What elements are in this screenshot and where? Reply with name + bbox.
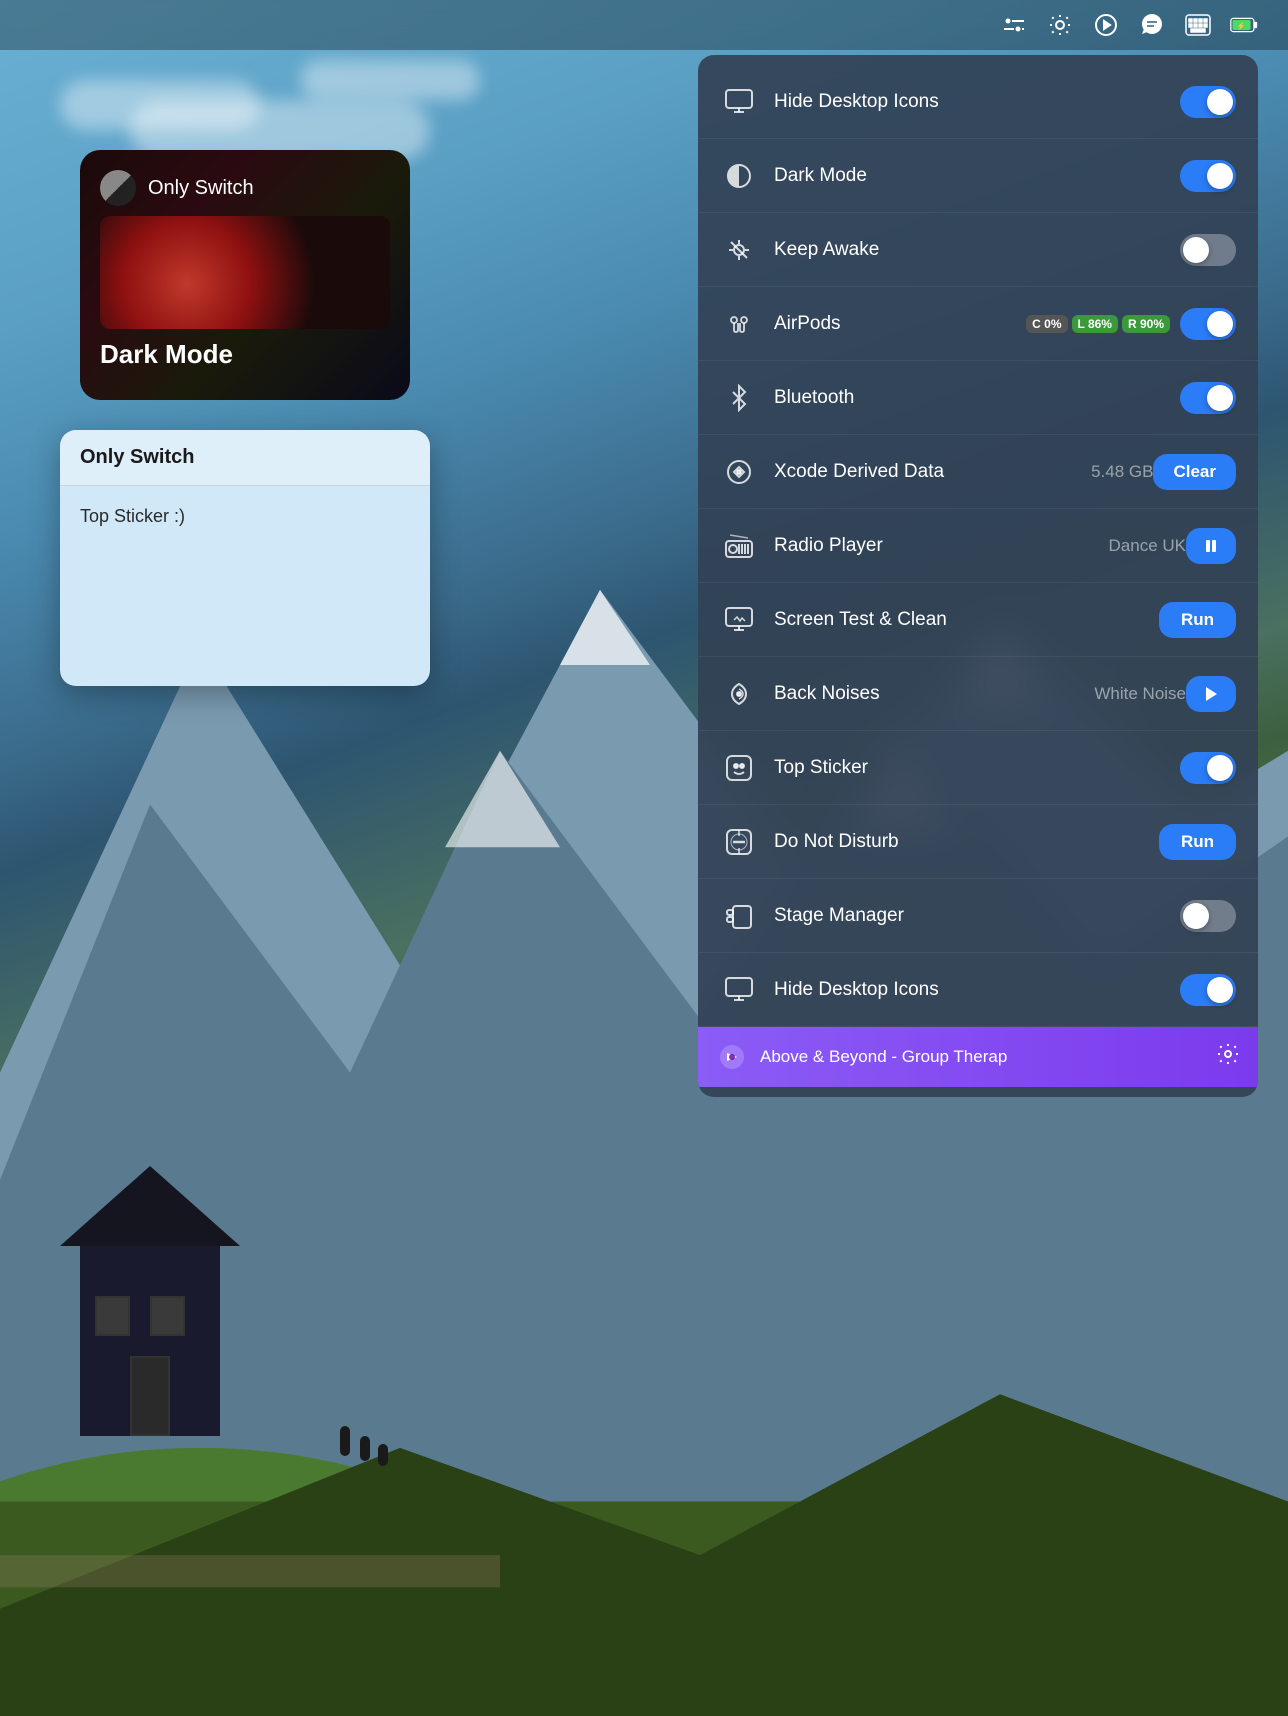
top-sticker-icon [720, 749, 758, 787]
do-not-disturb-label: Do Not Disturb [774, 831, 1159, 853]
airpods-label: AirPods [774, 313, 1026, 335]
bottom-bar-track: Above & Beyond - Group Therap [760, 1047, 1204, 1067]
xcode-derived-data-label: Xcode Derived Data [774, 461, 1083, 483]
airpods-toggle[interactable] [1180, 308, 1236, 340]
stage-manager-icon [720, 897, 758, 935]
dark-mode-label: Dark Mode [774, 165, 1180, 187]
back-noises-icon [720, 675, 758, 713]
airpods-case-badge: C 0% [1026, 315, 1067, 333]
back-noises-label: Back Noises [774, 683, 1086, 705]
top-sticker-label: Top Sticker [774, 757, 1180, 779]
row-top-sticker: Top Sticker [698, 731, 1258, 805]
airpods-icon [720, 305, 758, 343]
controls-icon[interactable] [1000, 11, 1028, 39]
dark-mode-card: Only Switch Dark Mode [80, 150, 410, 400]
top-sticker-popup-header: Only Switch [60, 430, 430, 486]
house [80, 1236, 220, 1436]
back-noises-sublabel: White Noise [1094, 684, 1186, 704]
row-screen-test-clean: Screen Test & Clean Run [698, 583, 1258, 657]
monitor-icon [720, 83, 758, 121]
main-panel: Hide Desktop Icons Dark Mode Keep Awake [698, 55, 1258, 1097]
row-bluetooth: Bluetooth [698, 361, 1258, 435]
pause-button[interactable] [1186, 528, 1236, 564]
battery-icon: ⚡ [1230, 11, 1258, 39]
dark-mode-icon [720, 157, 758, 195]
dark-mode-card-title: Only Switch [148, 177, 254, 200]
airpods-left-badge: L 86% [1072, 315, 1118, 333]
radio-player-sublabel: Dance UK [1109, 536, 1186, 556]
stage-manager-label: Stage Manager [774, 905, 1180, 927]
keep-awake-label: Keep Awake [774, 239, 1180, 261]
music-list-icon [716, 1041, 748, 1073]
brightness-icon[interactable] [1046, 11, 1074, 39]
bluetooth-label: Bluetooth [774, 387, 1180, 409]
dark-mode-toggle[interactable] [1180, 160, 1236, 192]
half-circle-icon [100, 170, 136, 206]
row-airpods: AirPods C 0% L 86% R 90% [698, 287, 1258, 361]
radio-player-label: Radio Player [774, 535, 1101, 557]
figure-1 [340, 1426, 350, 1456]
clear-button[interactable]: Clear [1153, 454, 1236, 490]
hide-desktop-icons-label: Hide Desktop Icons [774, 91, 1180, 113]
svg-text:⚡: ⚡ [1237, 21, 1246, 30]
top-sticker-toggle[interactable] [1180, 752, 1236, 784]
chatgpt-icon[interactable] [1138, 11, 1166, 39]
bottom-bar: Above & Beyond - Group Therap [698, 1027, 1258, 1087]
dark-mode-card-label: Dark Mode [100, 339, 390, 380]
screen-test-icon [720, 601, 758, 639]
row-stage-manager: Stage Manager [698, 879, 1258, 953]
row-xcode-derived-data: Xcode Derived Data 5.48 GB Clear [698, 435, 1258, 509]
stage-manager-toggle[interactable] [1180, 900, 1236, 932]
gear-icon[interactable] [1216, 1042, 1240, 1072]
screen-test-run-button[interactable]: Run [1159, 602, 1236, 638]
dnd-run-button[interactable]: Run [1159, 824, 1236, 860]
airpods-badges: C 0% L 86% R 90% [1026, 315, 1170, 333]
row-keep-awake: Keep Awake [698, 213, 1258, 287]
hide-desktop-icons-toggle[interactable] [1180, 86, 1236, 118]
row-do-not-disturb: Do Not Disturb Run [698, 805, 1258, 879]
play-circle-icon[interactable] [1092, 11, 1120, 39]
screen-test-label: Screen Test & Clean [774, 609, 1159, 631]
hide-desktop-icons-2-label: Hide Desktop Icons [774, 979, 1180, 1001]
monitor-icon-2 [720, 971, 758, 1009]
top-sticker-popup: Only Switch Top Sticker :) [60, 430, 430, 686]
play-button[interactable] [1186, 676, 1236, 712]
keep-awake-toggle[interactable] [1180, 234, 1236, 266]
xcode-icon [720, 453, 758, 491]
figure-3 [378, 1444, 388, 1466]
dark-mode-card-header: Only Switch [100, 170, 390, 206]
hide-desktop-icons-2-toggle[interactable] [1180, 974, 1236, 1006]
row-hide-desktop-icons-2: Hide Desktop Icons [698, 953, 1258, 1027]
menubar: ⚡ [0, 0, 1288, 50]
row-back-noises: Back Noises White Noise [698, 657, 1258, 731]
figure-2 [360, 1436, 370, 1461]
top-sticker-popup-body: Top Sticker :) [60, 486, 430, 686]
bluetooth-icon [720, 379, 758, 417]
row-hide-desktop-icons: Hide Desktop Icons [698, 65, 1258, 139]
row-dark-mode: Dark Mode [698, 139, 1258, 213]
xcode-size-label: 5.48 GB [1091, 462, 1153, 482]
radio-icon [720, 527, 758, 565]
cloud-3 [300, 60, 480, 100]
keyboard-icon[interactable] [1184, 11, 1212, 39]
keep-awake-icon [720, 231, 758, 269]
dnd-icon [720, 823, 758, 861]
airpods-right-badge: R 90% [1122, 315, 1170, 333]
row-radio-player: Radio Player Dance UK [698, 509, 1258, 583]
bluetooth-toggle[interactable] [1180, 382, 1236, 414]
